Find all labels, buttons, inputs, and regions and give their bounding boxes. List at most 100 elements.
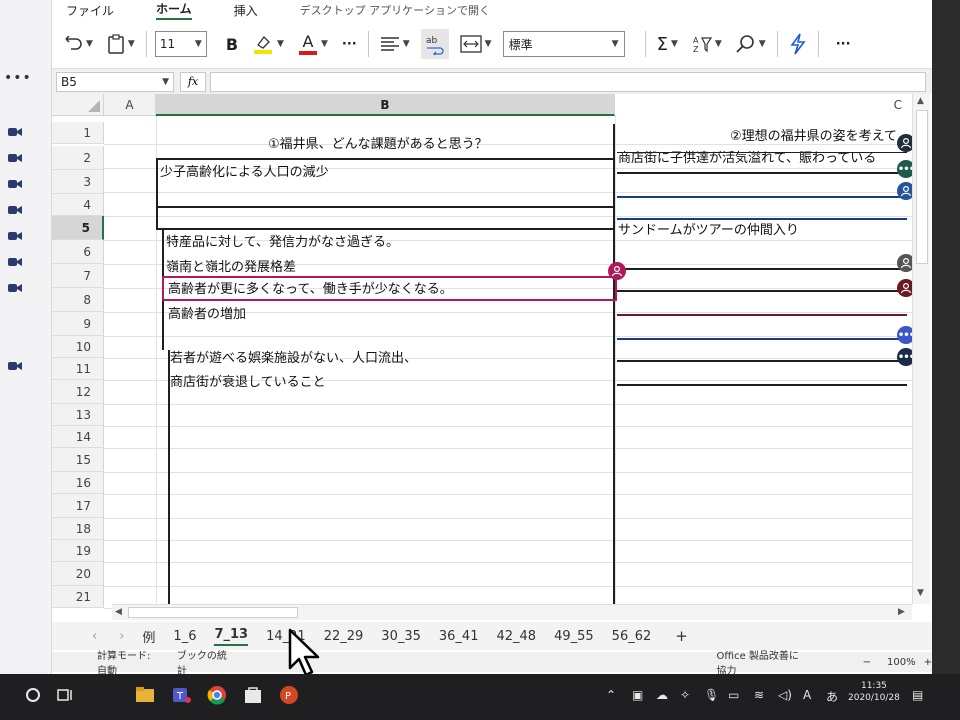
select-all-button[interactable] (52, 94, 104, 116)
row-header[interactable]: 16 (52, 472, 104, 494)
video-icon[interactable] (8, 278, 22, 292)
tab-insert[interactable]: 挿入 (234, 2, 258, 19)
zoom-out-button[interactable]: − (863, 657, 871, 668)
find-button[interactable]: ▼ (733, 29, 769, 59)
align-button[interactable]: ▼ (377, 29, 413, 59)
row-header[interactable]: 12 (52, 380, 104, 404)
start-search-icon[interactable] (22, 684, 44, 706)
cloud-icon[interactable]: ☁ (656, 688, 668, 702)
row-header[interactable]: 3 (52, 170, 104, 194)
feedback-link[interactable]: Office 製品改善に協力 (717, 647, 805, 677)
overflow-menu-button[interactable]: ··· (833, 29, 854, 59)
cell-b6[interactable]: 特産品に対して、発信力がなさ過ぎる。 (166, 232, 399, 254)
dropbox-icon[interactable]: ✧ (680, 688, 690, 702)
row-header[interactable]: 10 (52, 336, 104, 358)
highlight-button[interactable]: ▼ (249, 29, 287, 59)
wifi-icon[interactable]: ≋ (754, 688, 764, 702)
sheet-tab[interactable]: 30_35 (381, 629, 421, 644)
paste-button[interactable]: ▼ (104, 29, 138, 59)
row-header-selected[interactable]: 5 (52, 216, 104, 240)
undo-button[interactable]: ▼ (62, 29, 96, 59)
row-header[interactable]: 4 (52, 194, 104, 216)
row-header[interactable]: 1 (52, 122, 104, 144)
video-icon[interactable] (8, 226, 22, 240)
insert-function-button[interactable]: fx (180, 72, 206, 92)
chevron-up-icon[interactable]: ⌃ (606, 688, 616, 702)
cell-b12[interactable]: 商店街が衰退していること (170, 372, 326, 394)
powerpoint-icon[interactable]: P (278, 684, 300, 706)
chrome-icon[interactable] (206, 684, 228, 706)
cell-b11[interactable]: 若者が遊べる娯楽施設がない、人口流出、 (170, 348, 417, 370)
add-sheet-button[interactable]: + (675, 627, 688, 645)
bold-button[interactable]: B (223, 29, 241, 59)
video-icon[interactable] (8, 148, 22, 162)
formula-input[interactable] (210, 72, 926, 92)
more-icon[interactable]: ••• (4, 70, 32, 86)
row-header[interactable]: 19 (52, 540, 104, 562)
row-header[interactable]: 8 (52, 288, 104, 312)
chevron-left-icon[interactable]: ‹ (92, 629, 97, 644)
row-header[interactable]: 13 (52, 404, 104, 426)
cell-b8[interactable]: 高齢者が更に多くなって、働き手が少なくなる。 (168, 279, 453, 301)
ime-indicator[interactable]: あ (826, 688, 838, 705)
tray-app-icon[interactable]: ▣ (632, 688, 643, 702)
sort-filter-button[interactable]: AZ ▼ (689, 29, 725, 59)
sheet-tab[interactable]: 49_55 (554, 629, 594, 644)
number-format-select[interactable]: 標準 ▼ (502, 31, 625, 57)
autosum-button[interactable]: Σ ▼ (654, 29, 681, 59)
more-font-options-button[interactable]: ··· (339, 29, 360, 59)
merge-button[interactable]: ▼ (457, 29, 495, 59)
video-icon[interactable] (8, 174, 22, 188)
video-icon[interactable] (8, 356, 22, 370)
battery-icon[interactable]: ▭ (728, 688, 739, 702)
scroll-up-icon[interactable]: ▲ (917, 96, 924, 106)
wrap-text-button[interactable]: ab (420, 29, 449, 59)
column-header-a[interactable]: A (104, 94, 156, 116)
task-view-icon[interactable] (54, 684, 76, 706)
ideas-button[interactable] (786, 29, 810, 59)
volume-icon[interactable]: ◁) (778, 688, 792, 702)
collaborator-avatar-icon[interactable] (608, 262, 626, 280)
row-header[interactable]: 11 (52, 358, 104, 380)
ime-mode-icon[interactable]: A (803, 688, 811, 702)
scroll-right-icon[interactable]: ▶ (898, 607, 905, 617)
row-header[interactable]: 17 (52, 494, 104, 518)
tab-file[interactable]: ファイル (66, 2, 114, 19)
teams-icon[interactable]: T (170, 684, 192, 706)
video-icon[interactable] (8, 252, 22, 266)
vertical-scrollbar[interactable]: ▲ ▼ (912, 94, 930, 604)
row-header[interactable]: 9 (52, 312, 104, 336)
cell-b9[interactable]: 高齢者の増加 (168, 304, 246, 326)
microphone-icon[interactable]: 🎙 (704, 688, 719, 702)
font-size-select[interactable]: 11 ▼ (154, 31, 207, 57)
zoom-in-button[interactable]: + (924, 657, 932, 668)
font-color-button[interactable]: A ▼ (295, 29, 331, 59)
vertical-scroll-thumb[interactable] (916, 110, 928, 264)
sheet-tab[interactable]: 36_41 (439, 629, 479, 644)
notifications-icon[interactable]: ▤ (912, 688, 923, 702)
cell-c5[interactable]: サンドームがツアーの仲間入り (618, 220, 799, 242)
open-in-desktop-button[interactable]: デスクトップ アプリケーションで開く (300, 2, 490, 18)
sheet-tab[interactable]: 56_62 (612, 629, 652, 644)
row-header[interactable]: 7 (52, 264, 104, 288)
file-explorer-icon[interactable] (134, 684, 156, 706)
row-header[interactable]: 2 (52, 146, 104, 170)
chevron-right-icon[interactable]: › (119, 629, 124, 644)
spreadsheet-grid[interactable]: A B C 1 2 3 4 5 6 7 8 9 10 11 12 13 14 1… (52, 94, 932, 614)
sheet-tab-active[interactable]: 7_13 (214, 627, 249, 646)
video-icon[interactable] (8, 122, 22, 136)
scroll-left-icon[interactable]: ◀ (115, 607, 122, 617)
sheet-tab[interactable]: 42_48 (496, 629, 536, 644)
row-header[interactable]: 20 (52, 562, 104, 586)
tab-home[interactable]: ホーム (156, 0, 192, 20)
cell-b3[interactable]: 少子高齢化による人口の減少 (160, 162, 329, 184)
zoom-level[interactable]: 100% (887, 657, 916, 668)
scroll-down-icon[interactable]: ▼ (917, 588, 924, 598)
video-icon[interactable] (8, 200, 22, 214)
column-header-b[interactable]: B (156, 94, 615, 116)
workbook-stats-button[interactable]: ブックの統計 (177, 647, 229, 677)
row-header[interactable]: 15 (52, 448, 104, 472)
row-header[interactable]: 21 (52, 586, 104, 608)
sheet-tab[interactable]: 22_29 (324, 629, 364, 644)
horizontal-scroll-thumb[interactable] (128, 607, 298, 618)
